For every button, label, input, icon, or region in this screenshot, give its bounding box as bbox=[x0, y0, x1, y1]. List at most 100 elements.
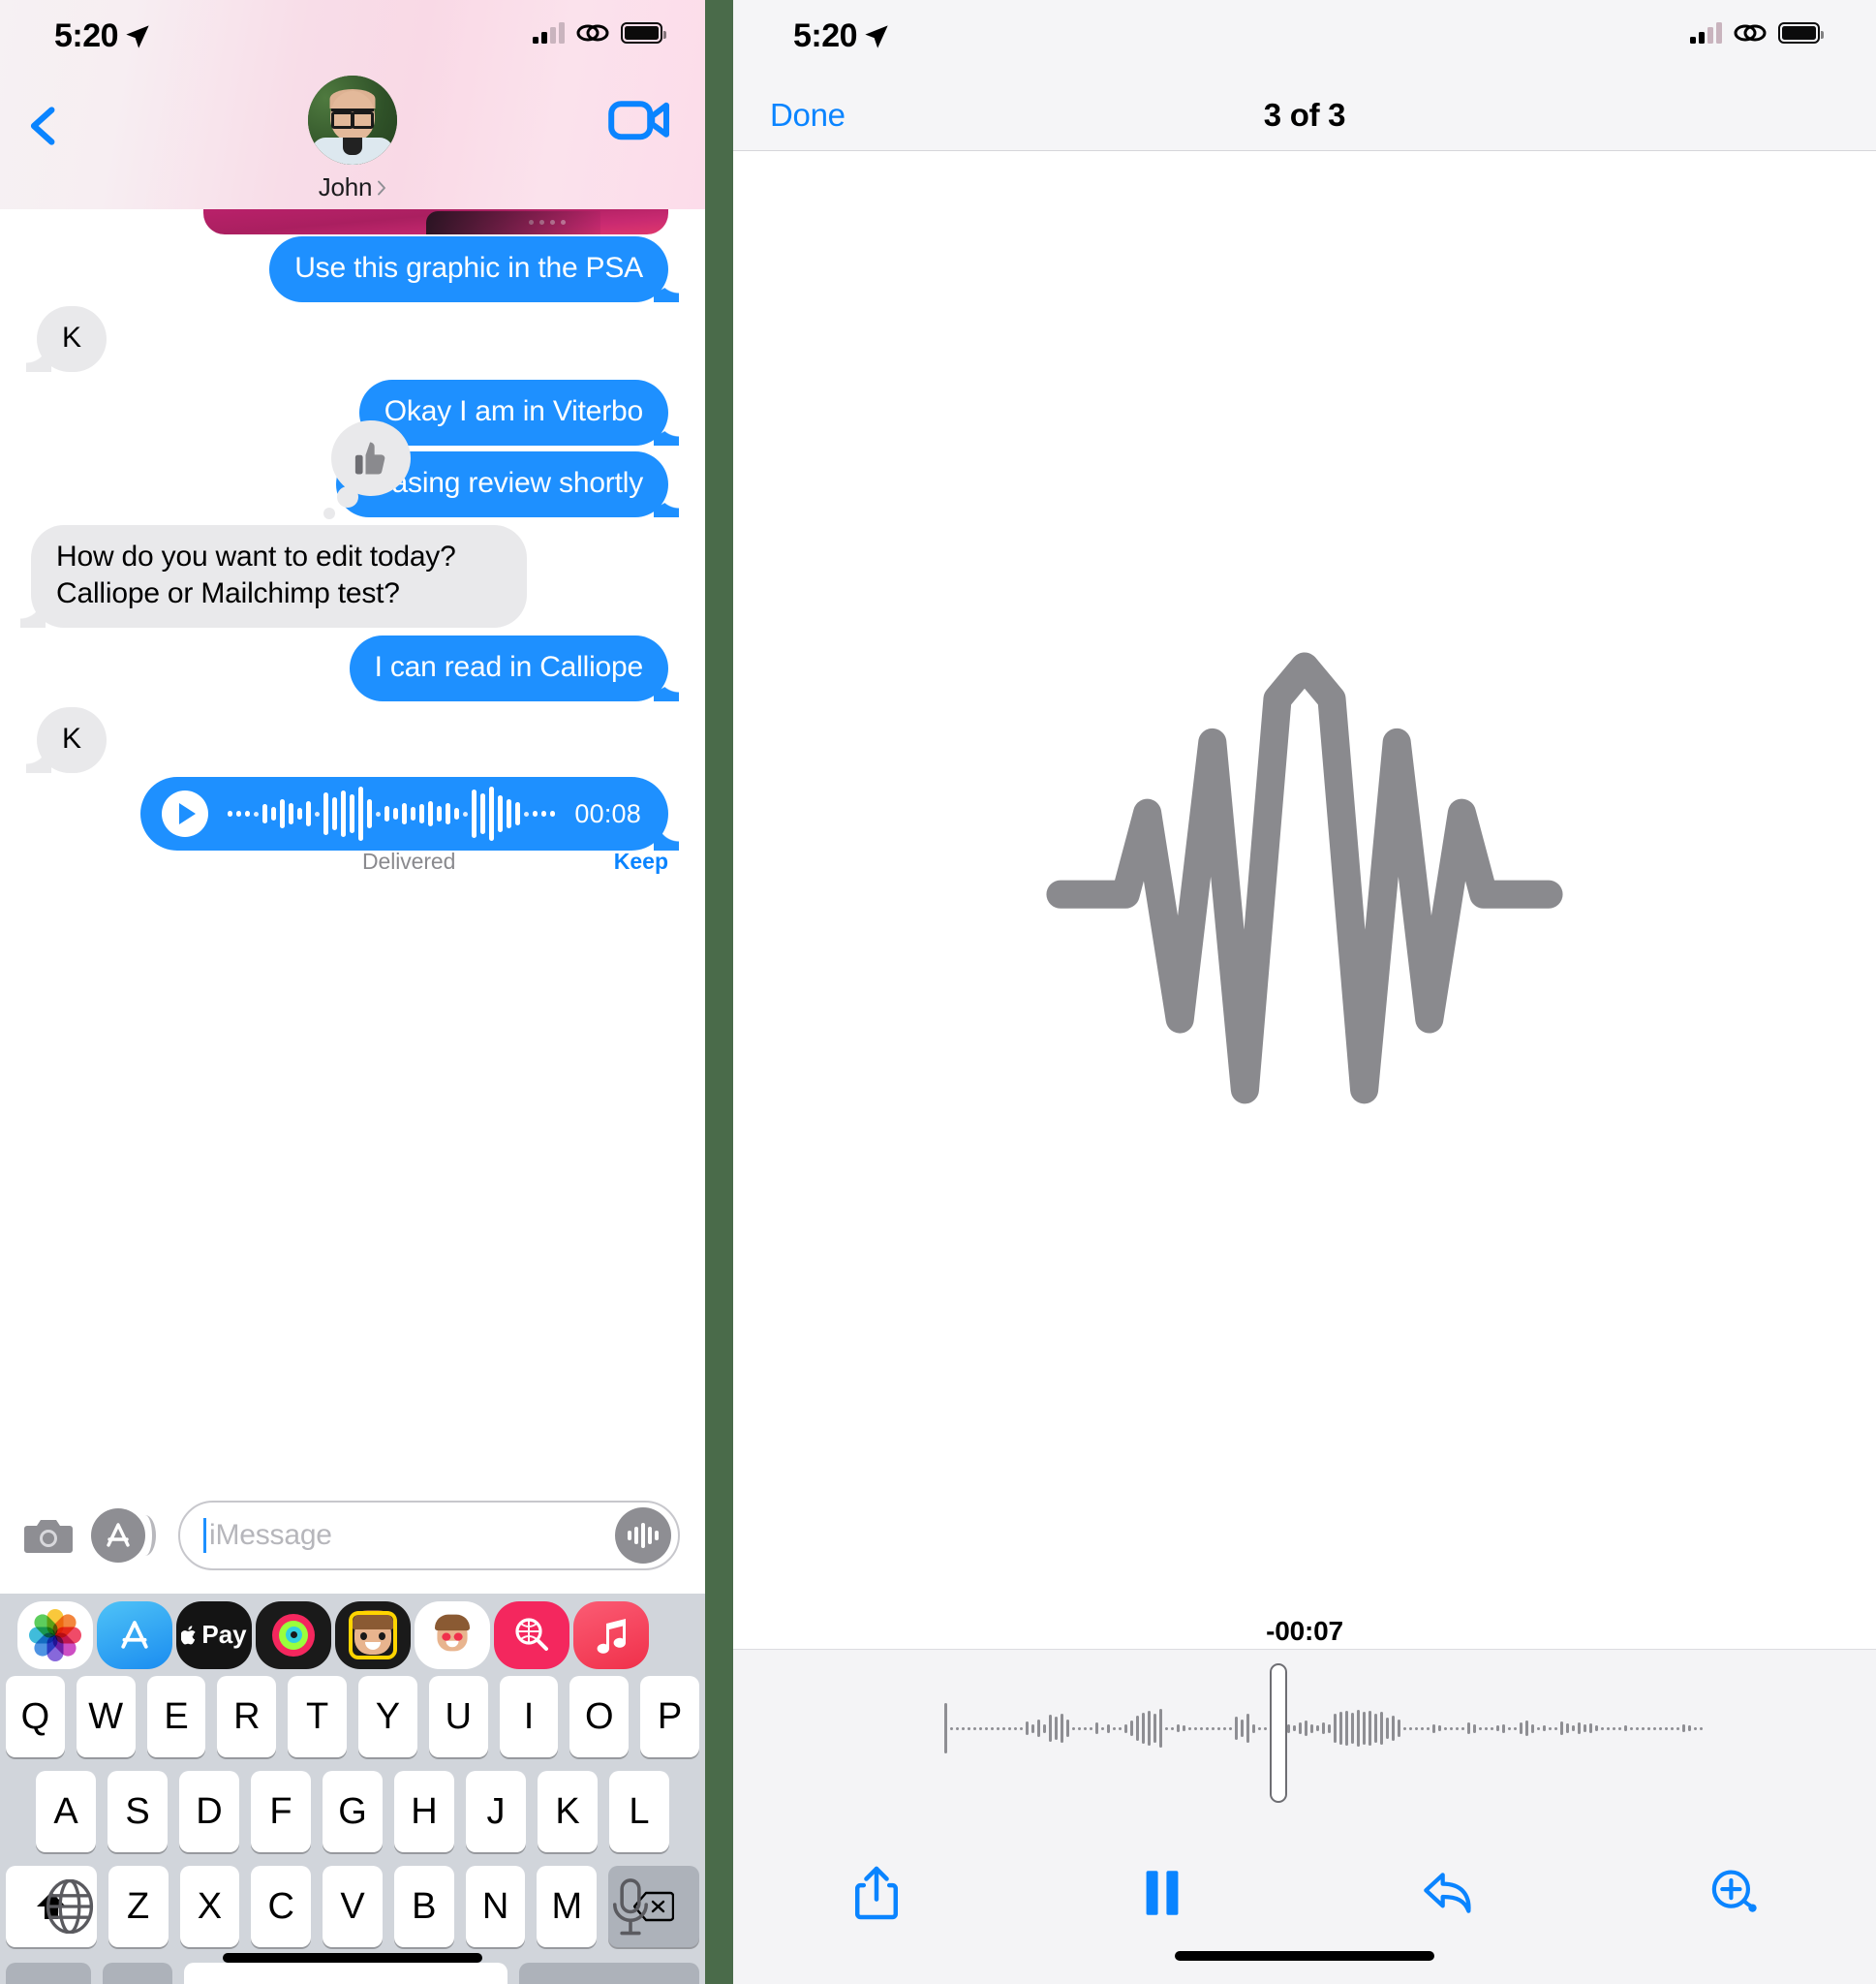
chevron-right-icon bbox=[378, 180, 386, 195]
screen-divider bbox=[705, 0, 733, 1984]
contact-header[interactable]: John bbox=[0, 76, 705, 202]
key-y[interactable]: Y bbox=[358, 1676, 417, 1757]
key-p[interactable]: P bbox=[640, 1676, 699, 1757]
contact-name-row[interactable]: John bbox=[319, 172, 387, 202]
player-navbar: Done 3 of 3 bbox=[733, 79, 1876, 151]
share-upload-icon bbox=[854, 1866, 898, 1920]
text-caret bbox=[203, 1518, 206, 1553]
key-g[interactable]: G bbox=[323, 1771, 383, 1852]
microphone-icon[interactable] bbox=[610, 1877, 651, 1938]
keyboard-row-1[interactable]: QWERTYUIOP bbox=[0, 1676, 705, 1757]
keep-button[interactable]: Keep bbox=[614, 849, 668, 875]
audio-scrubber[interactable] bbox=[733, 1649, 1876, 1839]
carplay-link-icon bbox=[1734, 24, 1767, 42]
status-bar-right bbox=[533, 21, 666, 45]
scrubber-track[interactable] bbox=[733, 1694, 1876, 1762]
globe-icon[interactable] bbox=[43, 1879, 97, 1934]
message-bubble-incoming[interactable]: K bbox=[37, 306, 107, 372]
thumbs-up-icon bbox=[354, 442, 385, 475]
camera-icon bbox=[24, 1520, 73, 1553]
keyboard-row-2[interactable]: ASDFGHJKL bbox=[0, 1771, 705, 1852]
image-attachment-bubble[interactable] bbox=[203, 209, 668, 234]
messages-app-screen: 5:20 John Use this graphic in the PSA K … bbox=[0, 0, 705, 1984]
reply-button[interactable] bbox=[1401, 1852, 1494, 1934]
conversation-header: 5:20 John bbox=[0, 0, 705, 209]
message-row: K bbox=[0, 707, 705, 773]
key-o[interactable]: O bbox=[569, 1676, 630, 1757]
key-j[interactable]: J bbox=[466, 1771, 526, 1852]
message-list[interactable]: Use this graphic in the PSA K Okay I am … bbox=[0, 209, 705, 1477]
key-r[interactable]: R bbox=[217, 1676, 277, 1757]
message-bubble-outgoing[interactable]: Okay I am in Viterbo bbox=[358, 380, 668, 446]
cellular-bars-icon bbox=[533, 22, 565, 44]
images-search-icon bbox=[515, 1617, 548, 1651]
app-icon-memoji[interactable] bbox=[335, 1600, 411, 1669]
contact-name: John bbox=[318, 172, 373, 202]
key-a[interactable]: A bbox=[36, 1771, 96, 1852]
location-arrow-icon bbox=[865, 25, 888, 48]
app-icon-photos[interactable] bbox=[17, 1600, 93, 1669]
share-button[interactable] bbox=[830, 1852, 923, 1934]
imessage-app-drawer[interactable]: Pay bbox=[0, 1594, 705, 1676]
add-to-voice-memos-button[interactable] bbox=[1687, 1852, 1780, 1934]
key-q[interactable]: Q bbox=[6, 1676, 65, 1757]
play-button[interactable] bbox=[162, 790, 209, 837]
search-input[interactable]: iMessage bbox=[178, 1501, 680, 1570]
apple-pay-icon: Pay bbox=[181, 1620, 247, 1650]
message-bubble-outgoing[interactable]: Use this graphic in the PSA bbox=[269, 236, 668, 302]
voice-memo-player-screen: 5:20 Done 3 of 3 -00:07 bbox=[733, 0, 1876, 1984]
pause-icon bbox=[1146, 1871, 1178, 1915]
camera-button[interactable] bbox=[21, 1508, 76, 1563]
thumbs-up-tapback[interactable] bbox=[323, 420, 411, 519]
cellular-bars-icon bbox=[1690, 22, 1722, 44]
app-icon-apple-pay[interactable]: Pay bbox=[176, 1600, 252, 1669]
app-icon-music[interactable] bbox=[573, 1600, 649, 1669]
audio-waveform-icon bbox=[228, 786, 556, 842]
app-icon-images-search[interactable] bbox=[494, 1600, 569, 1669]
carplay-link-icon bbox=[576, 24, 609, 42]
app-icon-app-store[interactable] bbox=[97, 1600, 172, 1669]
audio-scrubber-waveform bbox=[944, 1694, 1876, 1762]
key-u[interactable]: U bbox=[428, 1676, 488, 1757]
key-s[interactable]: S bbox=[108, 1771, 168, 1852]
app-icon-fitness[interactable] bbox=[256, 1600, 331, 1669]
activity-rings-icon bbox=[272, 1613, 315, 1657]
battery-full-icon bbox=[1778, 22, 1824, 44]
message-row: Use this graphic in the PSA bbox=[0, 236, 705, 302]
memoji-stickers-icon bbox=[434, 1614, 471, 1651]
add-bubble-plus-icon bbox=[1711, 1870, 1757, 1912]
app-store-icon bbox=[107, 1523, 130, 1547]
key-f[interactable]: F bbox=[251, 1771, 311, 1852]
message-bubble-incoming[interactable]: K bbox=[37, 707, 107, 773]
app-store-icon bbox=[121, 1620, 148, 1649]
key-i[interactable]: I bbox=[499, 1676, 559, 1757]
key-l[interactable]: L bbox=[609, 1771, 669, 1852]
message-bubble-outgoing[interactable]: I can read in Calliope bbox=[349, 636, 668, 701]
key-e[interactable]: E bbox=[146, 1676, 206, 1757]
photo-detail bbox=[529, 220, 566, 225]
battery-full-icon bbox=[621, 22, 666, 44]
home-indicator[interactable] bbox=[223, 1953, 482, 1963]
key-w[interactable]: W bbox=[76, 1676, 136, 1757]
scan-frame-icon bbox=[349, 1610, 397, 1659]
key-k[interactable]: K bbox=[538, 1771, 598, 1852]
message-row: How do you want to edit today? Calliope … bbox=[0, 525, 705, 628]
pause-button[interactable] bbox=[1116, 1852, 1209, 1934]
location-arrow-icon bbox=[126, 25, 149, 48]
audio-message-bubble[interactable]: 00:08 bbox=[140, 777, 668, 851]
app-store-button[interactable] bbox=[91, 1508, 156, 1563]
status-bar-time: 5:20 bbox=[54, 17, 119, 54]
key-h[interactable]: H bbox=[394, 1771, 454, 1852]
status-bar-time: 5:20 bbox=[793, 17, 858, 54]
app-icon-memoji-stickers[interactable] bbox=[415, 1600, 490, 1669]
photos-icon bbox=[29, 1608, 81, 1661]
home-indicator[interactable] bbox=[1175, 1951, 1434, 1961]
playhead-handle[interactable] bbox=[1270, 1663, 1287, 1803]
key-d[interactable]: D bbox=[179, 1771, 239, 1852]
key-t[interactable]: T bbox=[288, 1676, 347, 1757]
onscreen-keyboard[interactable]: QWERTYUIOP ASDFGHJKL ZXCVBNM 123 bbox=[0, 1676, 705, 1984]
audio-record-button[interactable] bbox=[615, 1507, 671, 1564]
status-bar: 5:20 bbox=[733, 0, 1876, 79]
message-bubble-incoming[interactable]: How do you want to edit today? Calliope … bbox=[31, 525, 527, 628]
player-toolbar bbox=[733, 1839, 1876, 1984]
